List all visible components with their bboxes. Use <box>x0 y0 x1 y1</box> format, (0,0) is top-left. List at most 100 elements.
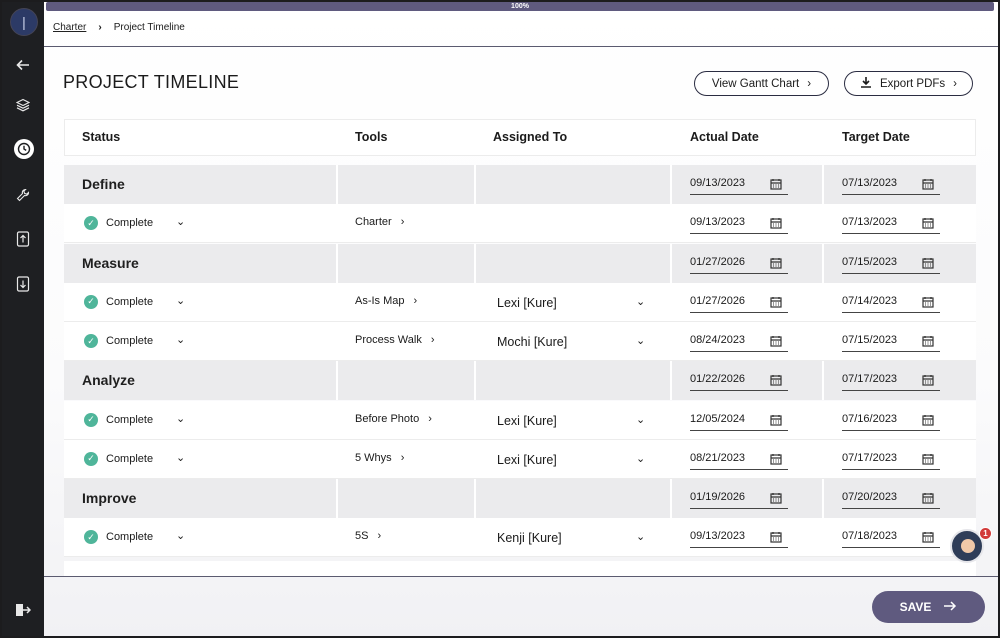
download-icon <box>860 76 872 91</box>
cell-divider <box>670 361 672 401</box>
calendar-icon[interactable] <box>770 492 782 504</box>
tool-label: Charter <box>355 216 392 229</box>
table-row-partial <box>64 561 976 577</box>
chevron-down-icon[interactable]: ⌄ <box>636 530 645 543</box>
actual-date-field[interactable]: 01/19/2026 <box>690 491 788 509</box>
calendar-icon[interactable] <box>770 257 782 269</box>
calendar-icon[interactable] <box>922 374 934 386</box>
chevron-down-icon[interactable]: ⌄ <box>636 295 645 308</box>
target-date-field[interactable]: 07/17/2023 <box>842 373 940 392</box>
assignee-select[interactable]: Lexi [Kure] <box>497 296 557 310</box>
tool-link[interactable]: Process Walk › <box>355 334 435 346</box>
chevron-down-icon[interactable]: ⌄ <box>176 294 185 307</box>
clock-icon[interactable] <box>14 139 34 159</box>
assignee-select[interactable]: Mochi [Kure] <box>497 335 567 349</box>
actual-date-field[interactable]: 01/22/2026 <box>690 373 788 392</box>
tool-link[interactable]: 5S › <box>355 530 381 542</box>
calendar-icon[interactable] <box>922 296 934 308</box>
status-label: Complete <box>106 217 154 230</box>
save-button[interactable]: SAVE <box>872 591 985 623</box>
calendar-icon[interactable] <box>770 374 782 386</box>
actual-date-field[interactable]: 01/27/2026 <box>690 256 788 274</box>
actual-date-field[interactable]: 09/13/2023 <box>690 177 788 195</box>
target-date-field[interactable]: 07/18/2023 <box>842 530 940 549</box>
calendar-icon[interactable] <box>770 178 782 190</box>
target-date-field[interactable]: 07/13/2023 <box>842 177 940 195</box>
cell-divider <box>336 479 338 518</box>
back-arrow-icon[interactable] <box>13 55 33 75</box>
calendar-icon[interactable] <box>770 453 782 465</box>
export-pdfs-button[interactable]: Export PDFs › <box>844 71 973 96</box>
status-dropdown[interactable]: ✓ Complete <box>84 530 153 545</box>
calendar-icon[interactable] <box>770 531 782 543</box>
chevron-down-icon[interactable]: ⌄ <box>176 412 185 425</box>
assignee-select[interactable]: Lexi [Kure] <box>497 414 557 428</box>
calendar-icon[interactable] <box>922 178 934 190</box>
chevron-right-icon: › <box>807 77 812 90</box>
download-icon[interactable] <box>13 274 33 294</box>
status-dropdown[interactable]: ✓ Complete <box>84 334 153 348</box>
cell-divider <box>474 479 476 518</box>
status-dropdown[interactable]: ✓ Complete <box>84 451 153 466</box>
target-date-field[interactable]: 07/17/2023 <box>842 452 940 470</box>
actual-date-field[interactable]: 09/13/2023 <box>690 530 788 549</box>
cell-divider <box>670 479 672 518</box>
tool-link[interactable]: Charter › <box>355 216 404 228</box>
logout-icon[interactable] <box>13 600 33 620</box>
actual-date-field[interactable]: 09/13/2023 <box>690 216 788 235</box>
actual-date-field[interactable]: 08/21/2023 <box>690 452 788 470</box>
check-circle-icon: ✓ <box>84 451 98 466</box>
target-date-field[interactable]: 07/13/2023 <box>842 216 940 235</box>
export-button-label: Export PDFs <box>879 77 946 90</box>
calendar-icon[interactable] <box>922 335 934 347</box>
calendar-icon[interactable] <box>922 453 934 465</box>
assignee-select[interactable]: Lexi [Kure] <box>497 453 557 467</box>
target-date-field[interactable]: 07/15/2023 <box>842 256 940 274</box>
tool-link[interactable]: 5 Whys › <box>355 452 404 464</box>
wrench-icon[interactable] <box>13 185 33 205</box>
calendar-icon[interactable] <box>770 414 782 426</box>
view-gantt-chart-button[interactable]: View Gantt Chart › <box>694 71 829 96</box>
actual-date-field[interactable]: 08/24/2023 <box>690 334 788 352</box>
status-dropdown[interactable]: ✓ Complete <box>84 216 154 231</box>
target-date-field[interactable]: 07/15/2023 <box>842 334 940 352</box>
status-dropdown[interactable]: ✓ Complete <box>84 294 153 309</box>
actual-date-field[interactable]: 12/05/2024 <box>690 413 788 431</box>
calendar-icon[interactable] <box>770 296 782 308</box>
target-date-field[interactable]: 07/16/2023 <box>842 413 940 431</box>
chevron-down-icon[interactable]: ⌄ <box>176 529 185 542</box>
chevron-down-icon[interactable]: ⌄ <box>176 451 185 464</box>
progress-bar: 100% <box>46 2 994 11</box>
divider <box>44 46 998 47</box>
chevron-down-icon[interactable]: ⌄ <box>176 333 185 346</box>
chevron-down-icon[interactable]: ⌄ <box>636 452 645 465</box>
actual-date-field[interactable]: 01/27/2026 <box>690 295 788 313</box>
layers-icon[interactable] <box>13 95 33 115</box>
calendar-icon[interactable] <box>922 217 934 229</box>
assignee-select[interactable]: Kenji [Kure] <box>497 531 562 545</box>
calendar-icon[interactable] <box>922 531 934 543</box>
target-date-field[interactable]: 07/14/2023 <box>842 295 940 313</box>
save-button-label: SAVE <box>899 600 932 614</box>
phase-name: Analyze <box>82 372 135 389</box>
calendar-icon[interactable] <box>922 257 934 269</box>
status-dropdown[interactable]: ✓ Complete <box>84 412 154 427</box>
chevron-down-icon[interactable]: ⌄ <box>636 413 645 426</box>
chevron-down-icon[interactable]: ⌄ <box>636 334 645 347</box>
calendar-icon[interactable] <box>770 335 782 347</box>
table-row: ✓ Complete ⌄ 5 Whys › Lexi [Kure] ⌄ 08/21/2023 0… <box>64 439 976 479</box>
calendar-icon[interactable] <box>922 492 934 504</box>
tool-link[interactable]: Before Photo › <box>355 413 432 425</box>
calendar-icon[interactable] <box>922 414 934 426</box>
upload-icon[interactable] <box>13 229 33 249</box>
chevron-down-icon[interactable]: ⌄ <box>176 215 185 228</box>
status-label: Complete <box>106 413 154 426</box>
chevron-right-icon: › <box>413 294 418 307</box>
target-date-field[interactable]: 07/20/2023 <box>842 491 940 509</box>
avatar[interactable]: | <box>10 8 38 36</box>
cell-divider <box>474 361 476 401</box>
calendar-icon[interactable] <box>770 217 782 229</box>
tool-link[interactable]: As-Is Map › <box>355 295 417 307</box>
tool-label: 5S <box>355 530 369 543</box>
breadcrumb-charter-link[interactable]: Charter <box>53 22 86 33</box>
